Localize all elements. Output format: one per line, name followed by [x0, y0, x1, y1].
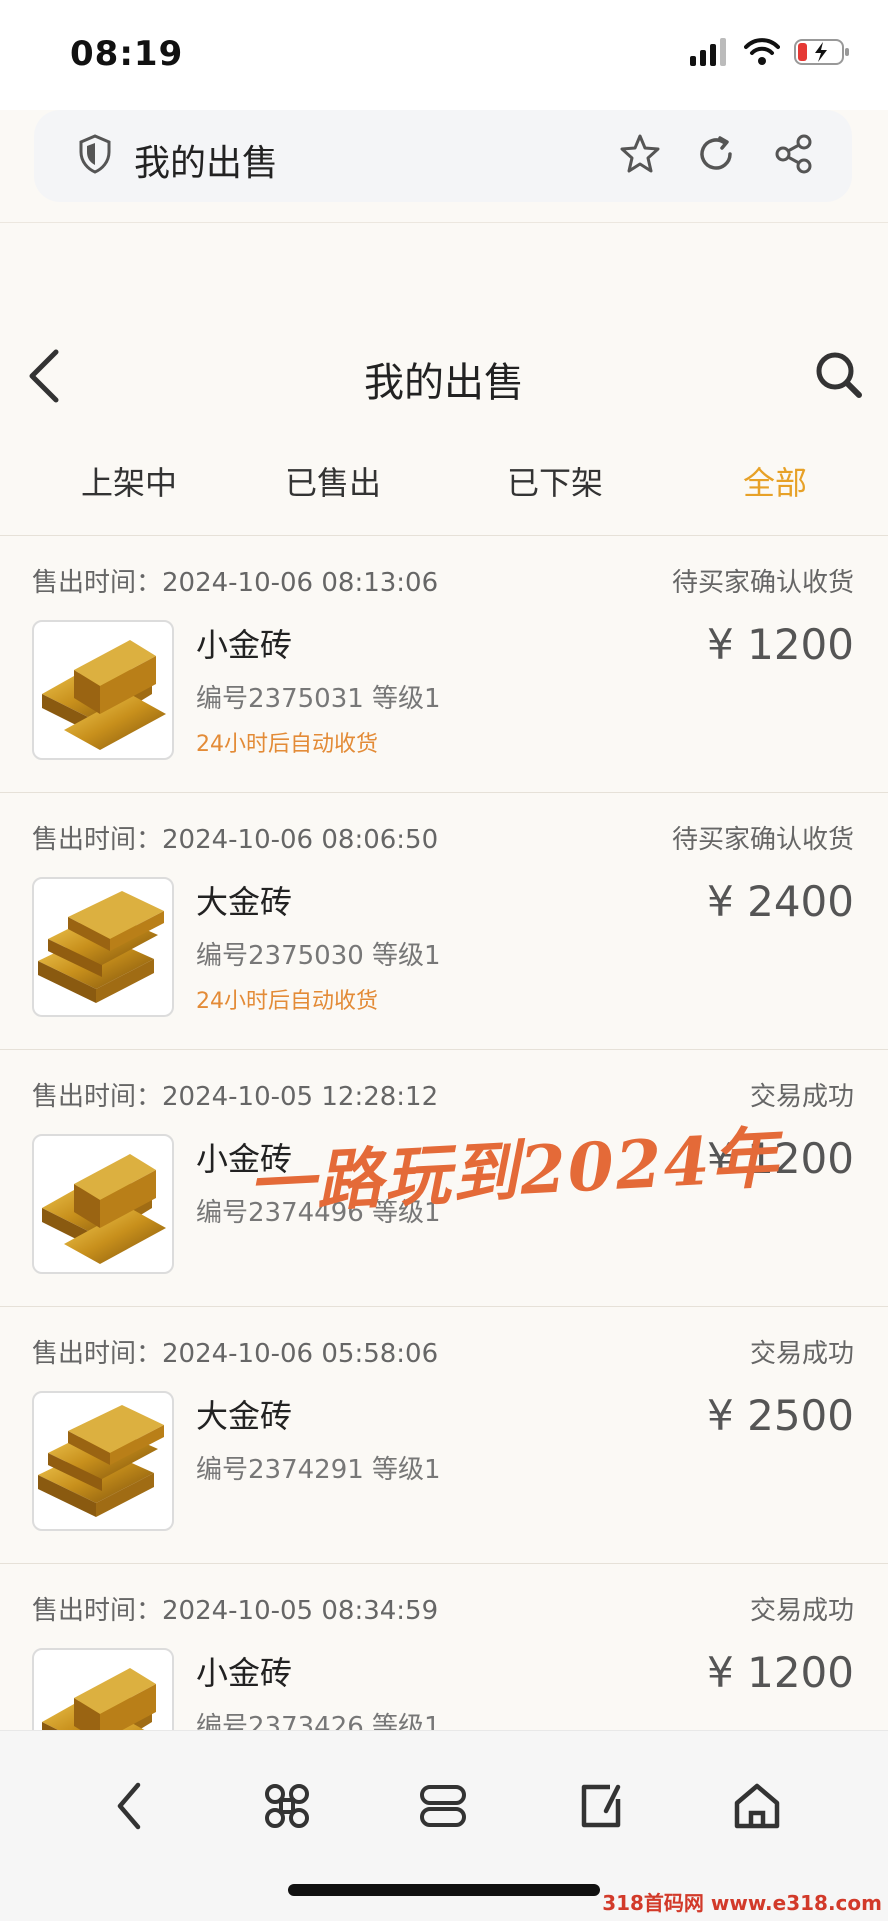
small-gold-bar-image — [42, 640, 166, 750]
order-status: 交易成功 — [749, 1596, 854, 1626]
order-item[interactable]: 售出时间：2024-10-06 08:06:50 待买家确认收货 大金砖编号237… — [0, 793, 888, 1050]
order-time: 售出时间：2024-10-06 05:58:06 — [32, 1339, 439, 1369]
item-thumbnail — [32, 877, 174, 1017]
item-name: 大金砖 — [196, 883, 293, 921]
item-price: ¥ 2500 — [707, 1391, 854, 1440]
order-item[interactable]: 售出时间：2024-10-06 05:58:06 交易成功 大金砖编号237429… — [0, 1307, 888, 1564]
tab-bar: 上架中 已售出 已下架 全部 — [0, 458, 888, 508]
item-price: ¥ 1200 — [707, 620, 854, 669]
tab-all[interactable]: 全部 — [700, 458, 850, 504]
item-name: 小金砖 — [196, 1654, 293, 1692]
auto-receive-note: 24小时后自动收货 — [196, 989, 378, 1014]
order-time: 售出时间：2024-10-05 08:34:59 — [32, 1596, 439, 1626]
large-gold-bar-image — [38, 1405, 164, 1517]
browser-address-bar[interactable]: 我的出售 — [34, 110, 852, 202]
order-status: 交易成功 — [749, 1339, 854, 1369]
browser-title: 我的出售 — [134, 143, 279, 184]
item-name: 大金砖 — [196, 1397, 293, 1435]
large-gold-bar-image — [38, 891, 164, 1003]
status-bar: 08:19 — [0, 0, 888, 110]
item-name: 小金砖 — [196, 626, 293, 664]
item-thumbnail — [32, 1134, 174, 1274]
page-title: 我的出售 — [364, 360, 524, 406]
order-time: 售出时间：2024-10-06 08:06:50 — [32, 825, 439, 855]
shield-icon — [79, 134, 111, 174]
external-link-icon[interactable] — [576, 1781, 626, 1831]
wifi-icon — [744, 38, 780, 65]
tab-listed[interactable]: 上架中 — [54, 458, 204, 504]
tabs-icon[interactable] — [418, 1781, 468, 1831]
home-icon[interactable] — [732, 1781, 782, 1831]
small-gold-bar-image — [42, 1154, 166, 1264]
status-icons — [690, 38, 850, 66]
item-price: ¥ 1200 — [707, 1648, 854, 1697]
back-icon[interactable] — [112, 1781, 146, 1831]
status-time: 08:19 — [70, 34, 184, 74]
order-status: 待买家确认收货 — [671, 568, 854, 598]
divider — [0, 222, 888, 223]
order-time: 售出时间：2024-10-05 12:28:12 — [32, 1082, 439, 1112]
item-thumbnail — [32, 1391, 174, 1531]
order-item[interactable]: 售出时间：2024-10-06 08:13:06 待买家确认收货 小金砖编号237… — [0, 536, 888, 793]
source-credit: 318首码网 www.e318.com — [602, 1891, 882, 1915]
order-time: 售出时间：2024-10-06 08:13:06 — [32, 568, 439, 598]
battery-icon — [794, 39, 849, 65]
share-icon[interactable] — [774, 134, 814, 174]
auto-receive-note: 24小时后自动收货 — [196, 732, 378, 757]
tab-sold[interactable]: 已售出 — [258, 458, 408, 504]
item-price: ¥ 2400 — [707, 877, 854, 926]
item-meta: 编号2375030 等级1 — [196, 941, 441, 971]
search-icon[interactable] — [814, 350, 864, 400]
command-icon[interactable] — [262, 1781, 312, 1831]
home-indicator[interactable] — [288, 1884, 600, 1896]
star-icon[interactable] — [618, 132, 662, 176]
order-status: 待买家确认收货 — [671, 825, 854, 855]
tab-delisted[interactable]: 已下架 — [480, 458, 630, 504]
reload-icon[interactable] — [696, 134, 736, 174]
item-thumbnail — [32, 620, 174, 760]
signal-icon — [690, 38, 726, 66]
item-meta: 编号2374291 等级1 — [196, 1455, 441, 1485]
item-meta: 编号2375031 等级1 — [196, 684, 441, 714]
